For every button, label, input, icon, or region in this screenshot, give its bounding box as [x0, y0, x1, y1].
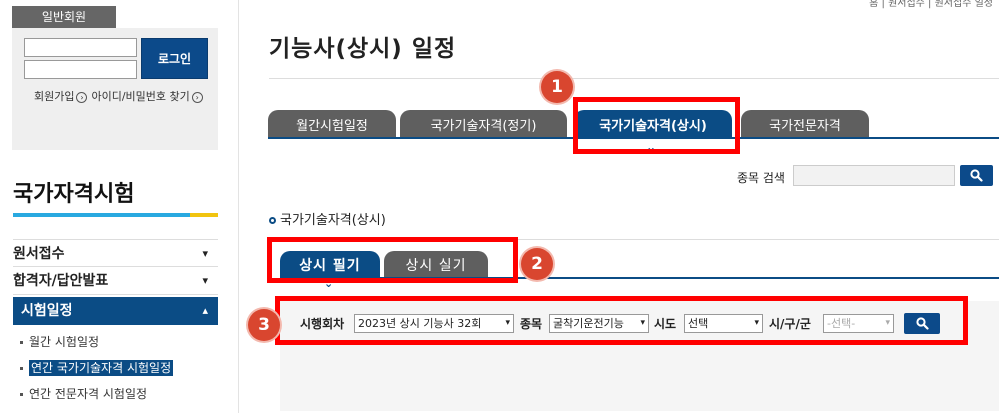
login-box: 로그인 회원가입 › 아이디/비밀번호 찾기 ›: [12, 28, 218, 150]
password-field[interactable]: [24, 60, 137, 79]
title-divider: [269, 78, 999, 79]
section-label: 국가기술자격(상시): [269, 209, 386, 228]
sidebar-divider: [238, 0, 239, 413]
find-account-link[interactable]: 아이디/비밀번호 찾기 ›: [91, 88, 203, 104]
search-button[interactable]: [960, 165, 993, 186]
chevron-right-icon: ›: [191, 91, 203, 103]
chevron-right-icon: ›: [76, 91, 88, 103]
step-badge-1: 1: [541, 71, 573, 103]
submenu-monthly[interactable]: 월간 시험일정: [20, 333, 99, 350]
highlight-box-step-1: [573, 97, 740, 154]
login-button[interactable]: 로그인: [141, 38, 208, 79]
signup-link[interactable]: 회원가입 ›: [34, 88, 88, 104]
tab-monthly[interactable]: 월간시험일정: [268, 110, 396, 138]
search-label: 종목 검색: [737, 171, 785, 185]
sidebar-item-application[interactable]: 원서접수 ▾: [13, 239, 218, 267]
highlight-box-step-3: [275, 296, 968, 345]
submenu-annual-national[interactable]: 연간 국가기술자격 시험일정: [20, 359, 174, 376]
sidebar-item-label: 원서접수: [13, 246, 65, 262]
highlight-box-step-2: [267, 237, 518, 283]
chevron-down-icon: ▾: [202, 247, 208, 260]
chevron-down-icon: ▾: [202, 274, 208, 287]
breadcrumb: 홈 | 원서접수 | 원서접수 일정: [869, 0, 993, 9]
step-badge-3: 3: [248, 309, 280, 341]
member-tab[interactable]: 일반회원: [12, 6, 116, 28]
sidebar-title: 국가자격시험: [13, 182, 135, 207]
sidebar-item-label: 합격자/답안발표: [13, 273, 109, 289]
sidebar-item-label: 시험일정: [21, 303, 73, 319]
tab-national-regular[interactable]: 국가기술자격(정기): [400, 110, 567, 138]
tab-national-professional[interactable]: 국가전문자격: [741, 110, 869, 138]
page-title: 기능사(상시) 일정: [269, 36, 457, 62]
chevron-up-icon: ▴: [202, 304, 208, 317]
login-links: 회원가입 › 아이디/비밀번호 찾기 ›: [34, 88, 203, 104]
title-underline: [13, 213, 218, 217]
user-id-field[interactable]: [24, 38, 137, 57]
sidebar-item-results[interactable]: 합격자/답안발표 ▾: [13, 267, 218, 295]
search-icon: [970, 169, 983, 182]
step-badge-2: 2: [521, 248, 553, 280]
sidebar-item-schedule[interactable]: 시험일정 ▴: [13, 297, 218, 325]
search-input[interactable]: [793, 165, 955, 186]
submenu-annual-professional[interactable]: 연간 전문자격 시험일정: [20, 385, 147, 402]
